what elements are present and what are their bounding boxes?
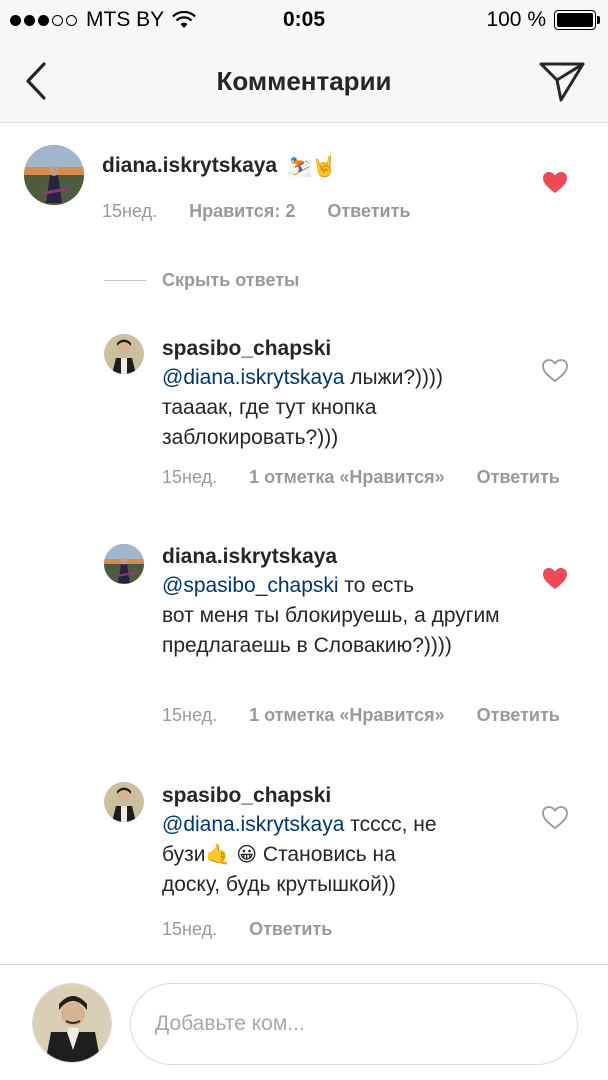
avatar[interactable] bbox=[104, 334, 144, 374]
paper-plane-icon bbox=[539, 62, 585, 102]
share-button[interactable] bbox=[538, 58, 586, 104]
likes-count[interactable]: Нравится: 2 bbox=[189, 201, 295, 222]
mention-link[interactable]: @diana.iskrytskaya bbox=[162, 813, 344, 836]
comment-age: 15нед. bbox=[162, 467, 218, 487]
reply-username[interactable]: diana.iskrytskaya bbox=[162, 545, 337, 569]
status-bar: MTS BY 0:05 100 % bbox=[0, 0, 608, 40]
divider bbox=[104, 279, 146, 281]
call-me-hand-emoji: 🤙 bbox=[205, 844, 231, 867]
reply-meta: 15нед. 1 отметка «Нравится» Ответить bbox=[162, 705, 560, 726]
heart-outline-icon[interactable] bbox=[542, 806, 568, 830]
comment-username[interactable]: diana.iskrytskaya ⛷️🤘 bbox=[102, 154, 337, 179]
reply-username[interactable]: spasibo_chapski bbox=[162, 337, 331, 361]
nav-bar: Комментарии bbox=[0, 40, 608, 123]
comment-age: 15нед. bbox=[162, 705, 218, 725]
emoji-ski-hand: ⛷️🤘 bbox=[286, 156, 337, 178]
battery-percent: 100 % bbox=[486, 8, 546, 31]
avatar[interactable] bbox=[104, 782, 144, 822]
reply-text: @diana.iskrytskaya лыжи?)))) тааaак, где… bbox=[162, 366, 444, 449]
avatar[interactable] bbox=[24, 145, 84, 205]
heart-filled-icon[interactable] bbox=[542, 171, 568, 195]
mention-link[interactable]: @diana.iskrytskaya bbox=[162, 366, 344, 389]
reply-meta: 15нед. 1 отметка «Нравится» Ответить bbox=[162, 467, 560, 488]
likes-count[interactable]: 1 отметка «Нравится» bbox=[249, 467, 445, 488]
hide-replies-button[interactable]: Скрыть ответы bbox=[104, 266, 299, 294]
comment-input[interactable] bbox=[130, 983, 578, 1065]
heart-outline-icon[interactable] bbox=[542, 359, 568, 383]
reply-meta: 15нед. Ответить bbox=[162, 919, 332, 940]
mention-link[interactable]: @spasibo_chapski bbox=[162, 574, 339, 597]
likes-count[interactable]: 1 отметка «Нравится» bbox=[249, 705, 445, 726]
reply-text: @spasibo_chapski то есть вот меня ты бло… bbox=[162, 574, 500, 657]
grinning-face-emoji: 😀 bbox=[236, 844, 258, 867]
hide-replies-label: Скрыть ответы bbox=[162, 269, 300, 290]
battery-icon bbox=[554, 10, 600, 30]
comment-age: 15нед. bbox=[162, 919, 218, 939]
reply-text: @diana.iskrytskaya тсссс, не бузи🤙 😀 Ста… bbox=[162, 813, 437, 897]
reply-button[interactable]: Ответить bbox=[477, 467, 560, 488]
avatar[interactable] bbox=[104, 544, 144, 584]
current-user-avatar bbox=[32, 983, 112, 1063]
reply-button[interactable]: Ответить bbox=[249, 919, 332, 940]
page-title: Комментарии bbox=[216, 66, 392, 96]
comment-age: 15нед. bbox=[102, 201, 158, 221]
reply-button[interactable]: Ответить bbox=[327, 201, 410, 222]
reply-button[interactable]: Ответить bbox=[477, 705, 560, 726]
battery-status: 100 % bbox=[486, 6, 600, 34]
heart-filled-icon[interactable] bbox=[542, 567, 568, 591]
comment-meta: 15нед. Нравится: 2 Ответить bbox=[102, 201, 411, 222]
reply-username[interactable]: spasibo_chapski bbox=[162, 784, 331, 808]
comment-composer bbox=[0, 964, 608, 1080]
